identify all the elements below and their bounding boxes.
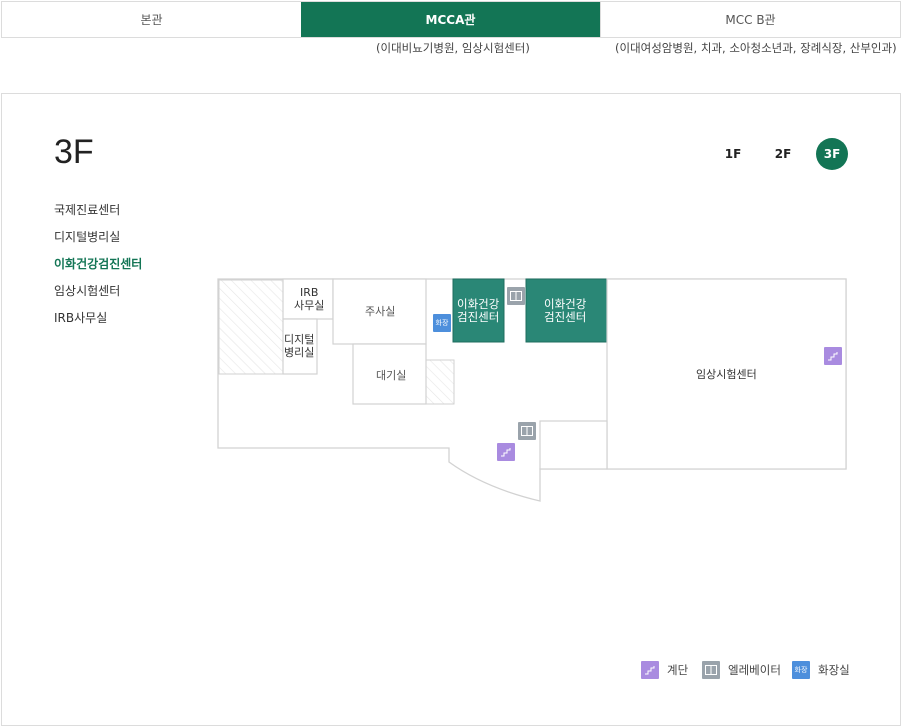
room-label-waiting: 대기실 xyxy=(376,369,407,382)
floor-plan xyxy=(217,278,847,502)
room-label-health-2[interactable]: 이화건강 검진센터 xyxy=(544,298,586,324)
legend-restroom-label: 화장실 xyxy=(818,663,850,677)
room-international xyxy=(539,420,608,470)
legend-stairs: 계단 xyxy=(641,661,688,679)
stairs-icon xyxy=(641,661,659,679)
legend-restroom: 화장 화장실 xyxy=(792,661,850,679)
legend-stairs-label: 계단 xyxy=(667,663,689,677)
legend-elevator: 엘레베이터 xyxy=(702,661,781,679)
room-label-health-1[interactable]: 이화건강 검진센터 xyxy=(457,298,499,324)
elevator-icon-2 xyxy=(518,422,536,440)
restroom-icon: 화장 xyxy=(792,661,810,679)
elevator-icon xyxy=(507,287,525,305)
stairs-icon-2 xyxy=(497,443,515,461)
restricted-area xyxy=(218,279,284,375)
room-label-irb: IRB 사무실 xyxy=(294,286,325,312)
restricted-area-small xyxy=(425,359,455,405)
elevator-icon xyxy=(702,661,720,679)
restroom-icon: 화장 xyxy=(433,314,451,332)
room-label-digital: 디지털 병리실 xyxy=(284,333,315,359)
room-label-clinical[interactable]: 임상시험센터 xyxy=(696,368,757,381)
legend-elevator-label: 엘레베이터 xyxy=(728,663,781,677)
room-label-injection: 주사실 xyxy=(365,305,396,318)
stairs-icon xyxy=(824,347,842,365)
